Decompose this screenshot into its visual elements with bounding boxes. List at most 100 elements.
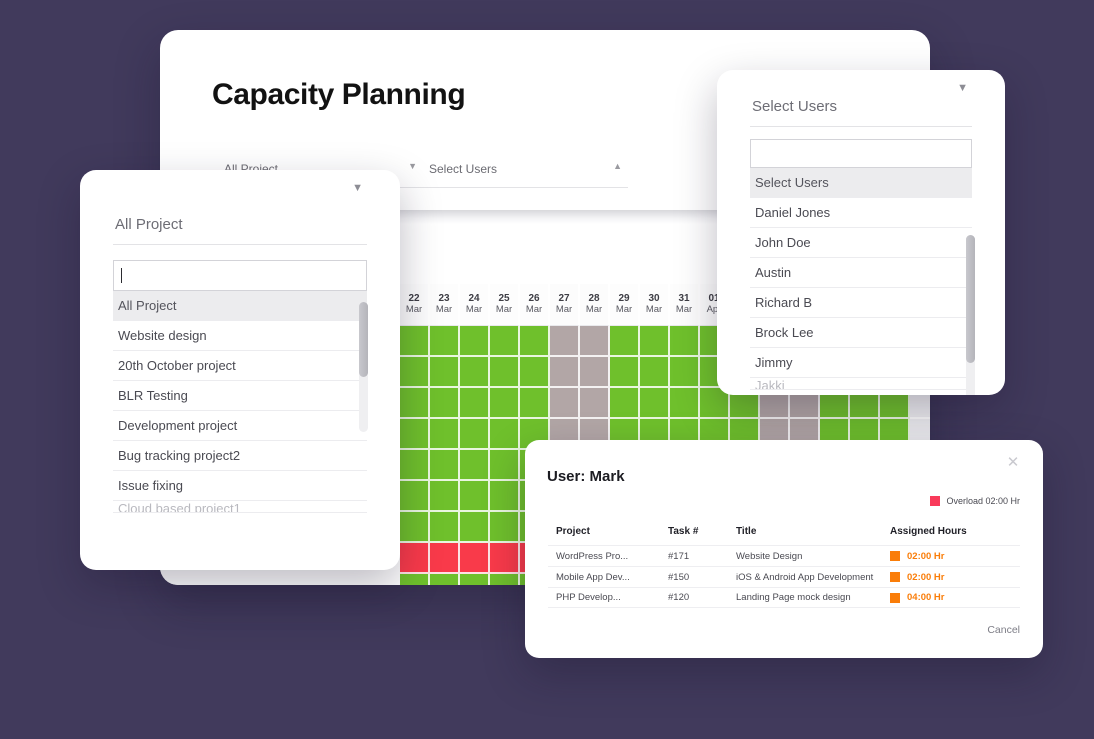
- date-column-header[interactable]: 26 Mar: [520, 284, 550, 326]
- date-month-label: Mar: [615, 304, 633, 316]
- project-list-scrollbar[interactable]: [359, 302, 368, 432]
- grid-cell-green[interactable]: [400, 512, 430, 543]
- user-option[interactable]: Jimmy: [750, 348, 972, 378]
- users-dropdown-toggle[interactable]: Select Users ▼: [750, 70, 972, 127]
- grid-cell-green[interactable]: [640, 388, 670, 419]
- grid-cell-green[interactable]: [430, 326, 460, 357]
- grid-cell-red[interactable]: [490, 543, 520, 574]
- grid-cell-green[interactable]: [670, 357, 700, 388]
- date-column-header[interactable]: 24 Mar: [460, 284, 490, 326]
- grid-cell-green[interactable]: [610, 357, 640, 388]
- grid-cell-red[interactable]: [460, 543, 490, 574]
- grid-cell-red[interactable]: [430, 543, 460, 574]
- date-column-header[interactable]: 27 Mar: [550, 284, 580, 326]
- grid-cell-green[interactable]: [460, 357, 490, 388]
- users-list-scroll-thumb[interactable]: [966, 235, 975, 363]
- project-option[interactable]: Website design: [113, 321, 367, 351]
- users-list-scrollbar[interactable]: [966, 235, 975, 395]
- grid-cell-green[interactable]: [490, 419, 520, 450]
- filter-select-users[interactable]: Select Users ▲: [423, 155, 628, 188]
- grid-cell-green[interactable]: [610, 388, 640, 419]
- date-column-header[interactable]: 23 Mar: [430, 284, 460, 326]
- grid-cell-green[interactable]: [400, 481, 430, 512]
- grid-cell-green[interactable]: [520, 388, 550, 419]
- date-column-header[interactable]: 29 Mar: [610, 284, 640, 326]
- project-option[interactable]: BLR Testing: [113, 381, 367, 411]
- grid-cell-gray[interactable]: [550, 388, 580, 419]
- grid-cell-red[interactable]: [400, 543, 430, 574]
- project-option[interactable]: Development project: [113, 411, 367, 441]
- user-option[interactable]: Daniel Jones: [750, 198, 972, 228]
- grid-cell-green[interactable]: [460, 419, 490, 450]
- grid-cell-green[interactable]: [670, 388, 700, 419]
- project-option[interactable]: Issue fixing: [113, 471, 367, 501]
- grid-cell-gray[interactable]: [550, 326, 580, 357]
- grid-cell-green[interactable]: [490, 326, 520, 357]
- grid-cell-green[interactable]: [490, 450, 520, 481]
- grid-cell-green[interactable]: [460, 481, 490, 512]
- date-column-header[interactable]: 22 Mar: [400, 284, 430, 326]
- grid-cell-green[interactable]: [430, 357, 460, 388]
- grid-cell-gray[interactable]: [580, 388, 610, 419]
- grid-cell-green[interactable]: [640, 357, 670, 388]
- grid-cell-green[interactable]: [490, 481, 520, 512]
- grid-cell-green[interactable]: [430, 450, 460, 481]
- grid-cell-green[interactable]: [400, 450, 430, 481]
- user-option[interactable]: Richard B: [750, 288, 972, 318]
- grid-cell-green[interactable]: [490, 357, 520, 388]
- hours-value: 02:00 Hr: [907, 571, 945, 583]
- grid-cell-green[interactable]: [460, 326, 490, 357]
- table-row[interactable]: WordPress Pro... #171 Website Design 02:00 …: [548, 545, 1020, 566]
- grid-cell-green[interactable]: [400, 574, 430, 585]
- table-body: WordPress Pro... #171 Website Design 02:00 …: [548, 545, 1020, 608]
- grid-cell-gray[interactable]: [550, 357, 580, 388]
- grid-cell-green[interactable]: [430, 574, 460, 585]
- project-option[interactable]: Bug tracking project2: [113, 441, 367, 471]
- grid-cell-green[interactable]: [460, 574, 490, 585]
- users-search-input[interactable]: [750, 139, 972, 168]
- cell-assigned-hours: 02:00 Hr: [890, 551, 1020, 562]
- chevron-down-icon: ▼: [408, 161, 417, 171]
- grid-cell-green[interactable]: [490, 388, 520, 419]
- grid-cell-gray[interactable]: [580, 357, 610, 388]
- grid-cell-green[interactable]: [430, 481, 460, 512]
- grid-cell-green[interactable]: [400, 357, 430, 388]
- user-option[interactable]: John Doe: [750, 228, 972, 258]
- grid-cell-green[interactable]: [520, 357, 550, 388]
- grid-cell-green[interactable]: [520, 326, 550, 357]
- table-row[interactable]: PHP Develop... #120 Landing Page mock desi…: [548, 587, 1020, 608]
- date-column-header[interactable]: 31 Mar: [670, 284, 700, 326]
- table-row[interactable]: Mobile App Dev... #150 iOS & Android App D…: [548, 566, 1020, 587]
- grid-cell-green[interactable]: [610, 326, 640, 357]
- grid-cell-green[interactable]: [460, 388, 490, 419]
- date-day-number: 23: [438, 292, 450, 304]
- grid-cell-green[interactable]: [640, 326, 670, 357]
- grid-cell-green[interactable]: [400, 326, 430, 357]
- grid-cell-green[interactable]: [430, 388, 460, 419]
- user-option[interactable]: Select Users: [750, 168, 972, 198]
- project-list-scroll-thumb[interactable]: [359, 302, 368, 377]
- date-column-header[interactable]: 30 Mar: [640, 284, 670, 326]
- project-search-input[interactable]: [113, 260, 367, 291]
- project-option[interactable]: Cloud based project1: [113, 501, 367, 513]
- date-column-header[interactable]: 28 Mar: [580, 284, 610, 326]
- grid-cell-green[interactable]: [430, 512, 460, 543]
- grid-cell-green[interactable]: [400, 419, 430, 450]
- user-option[interactable]: Brock Lee: [750, 318, 972, 348]
- date-column-header[interactable]: 25 Mar: [490, 284, 520, 326]
- grid-cell-green[interactable]: [400, 388, 430, 419]
- grid-cell-green[interactable]: [460, 512, 490, 543]
- grid-cell-green[interactable]: [460, 450, 490, 481]
- grid-cell-green[interactable]: [490, 512, 520, 543]
- project-option[interactable]: 20th October project: [113, 351, 367, 381]
- grid-cell-green[interactable]: [670, 326, 700, 357]
- project-dropdown-toggle[interactable]: All Project ▼: [113, 170, 367, 245]
- grid-cell-gray[interactable]: [580, 326, 610, 357]
- grid-cell-green[interactable]: [430, 419, 460, 450]
- cancel-button[interactable]: Cancel: [987, 624, 1020, 636]
- project-option[interactable]: All Project: [113, 291, 367, 321]
- close-icon[interactable]: ✕: [1004, 454, 1022, 472]
- user-option[interactable]: Jakki: [750, 378, 972, 390]
- user-option[interactable]: Austin: [750, 258, 972, 288]
- grid-cell-green[interactable]: [490, 574, 520, 585]
